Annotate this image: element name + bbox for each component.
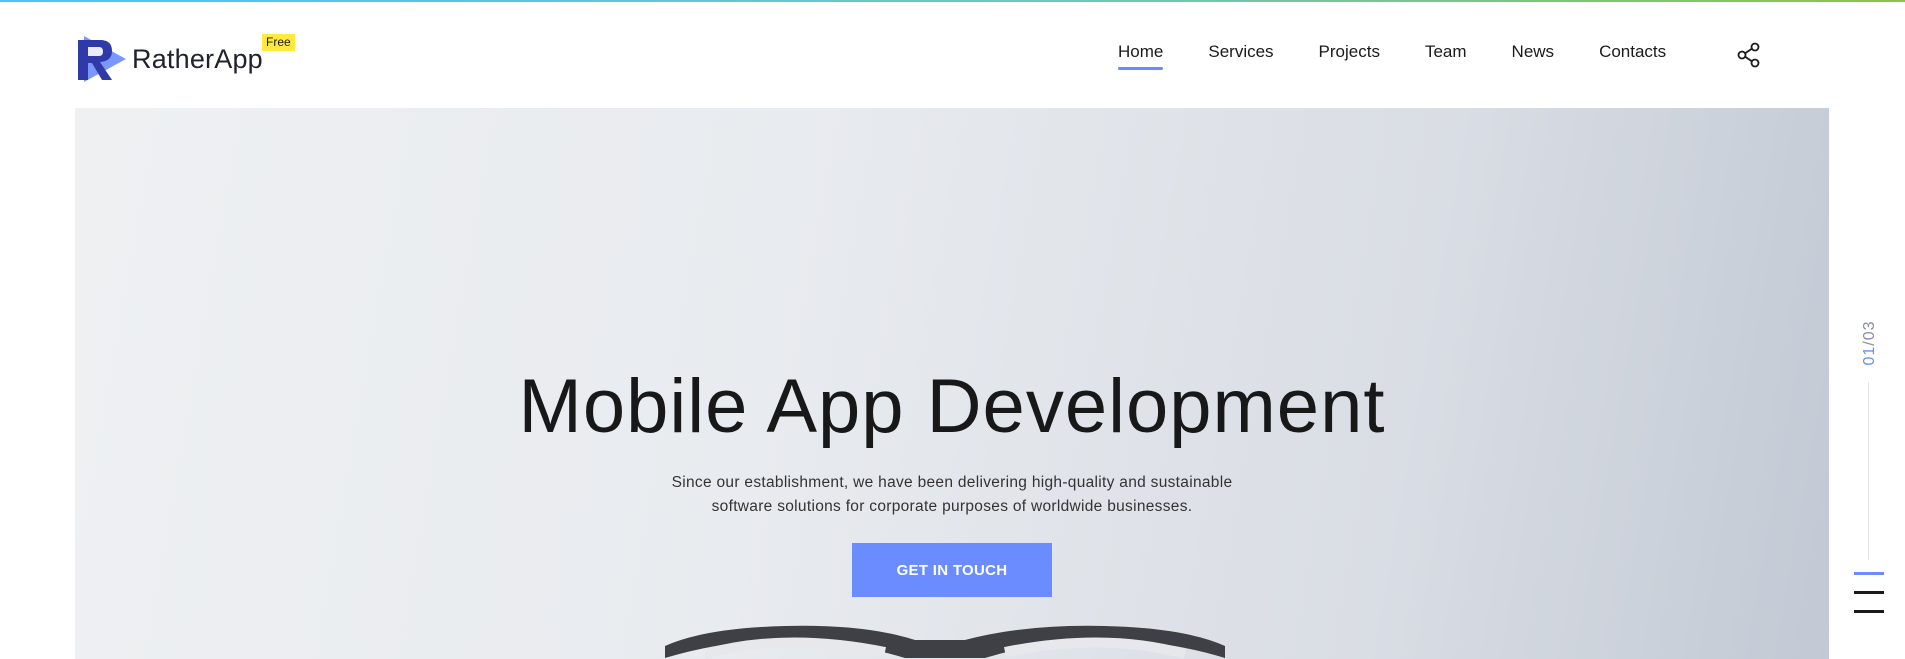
hero-description: Since our establishment, we have been de… <box>75 471 1829 519</box>
slide-current: 01 <box>1861 345 1878 366</box>
nav-item-projects[interactable]: Projects <box>1319 42 1380 70</box>
logo-link[interactable]: RatherApp <box>74 32 263 86</box>
brand-name: RatherApp <box>132 43 263 74</box>
hero-title: Mobile App Development <box>518 364 1386 449</box>
slide-separator: / <box>1861 340 1878 346</box>
nav-item-home[interactable]: Home <box>1118 42 1164 70</box>
nav-item-team[interactable]: Team <box>1425 42 1467 70</box>
nav-item-services[interactable]: Services <box>1208 42 1273 70</box>
nav-item-contacts[interactable]: Contacts <box>1599 42 1666 70</box>
site-header: RatherApp Free Home Services Projects Te… <box>0 2 1905 108</box>
nav-item-news[interactable]: News <box>1512 42 1555 70</box>
menu-bar <box>1854 610 1884 613</box>
hamburger-menu-icon[interactable] <box>1854 572 1884 616</box>
slide-counter-text: 01/03 <box>1861 320 1879 365</box>
share-icon[interactable] <box>1736 42 1762 68</box>
slide-counter: 01/03 <box>1858 316 1882 370</box>
hero-description-line-2: software solutions for corporate purpose… <box>711 498 1193 515</box>
slide-progress-line <box>1868 382 1869 560</box>
main-nav: Home Services Projects Team News Contact… <box>1118 42 1711 76</box>
hero-description-line-1: Since our establishment, we have been de… <box>671 474 1233 491</box>
slide-total: 03 <box>1861 320 1878 341</box>
hero-section: Mobile App Development Since our establi… <box>75 108 1829 659</box>
logo-r-play-icon <box>74 32 130 86</box>
menu-bar <box>1854 572 1884 575</box>
free-badge: Free <box>262 34 295 51</box>
glasses-image <box>665 625 1225 659</box>
get-in-touch-button[interactable]: GET IN TOUCH <box>852 543 1052 597</box>
menu-bar <box>1854 591 1884 594</box>
